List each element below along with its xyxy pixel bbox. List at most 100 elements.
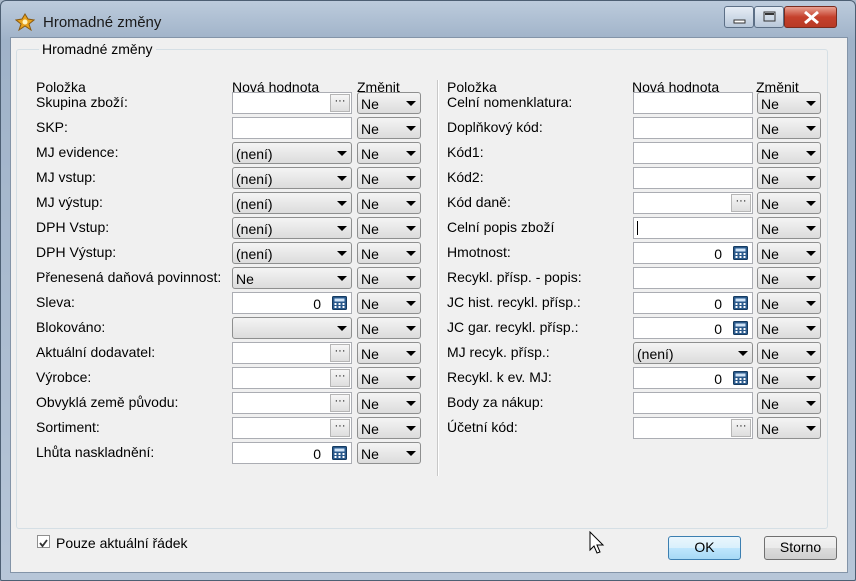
input-ucetni-kod[interactable]: ··· [633, 417, 753, 439]
checkmark-icon [39, 539, 48, 548]
label-skupina-zbozi: Skupina zboží: [36, 94, 128, 110]
combo-value: Ne [236, 271, 254, 287]
change-combo-jc-gar-recykl-prisp[interactable]: Ne [757, 317, 821, 339]
input-kod2[interactable] [633, 167, 753, 189]
change-combo-hmotnost[interactable]: Ne [757, 242, 821, 264]
change-combo-celni-nomenklatura[interactable]: Ne [757, 92, 821, 114]
change-combo-prenesena-danova-povinnost[interactable]: Ne [357, 267, 421, 289]
change-value: Ne [361, 246, 379, 262]
combo-dph-vstup[interactable]: (není) [232, 217, 352, 239]
ellipsis-icon[interactable]: ··· [330, 94, 350, 112]
change-combo-body-za-nakup[interactable]: Ne [757, 392, 821, 414]
change-combo-mj-recyk-prisp[interactable]: Ne [757, 342, 821, 364]
label-jc-gar-recykl-prisp: JC gar. recykl. přísp.: [447, 319, 579, 335]
change-combo-mj-evidence[interactable]: Ne [357, 142, 421, 164]
change-combo-skupina-zbozi[interactable]: Ne [357, 92, 421, 114]
combo-value: (není) [236, 221, 273, 237]
ellipsis-icon[interactable]: ··· [330, 369, 350, 387]
label-dph-vstup: DPH Vstup: [36, 219, 110, 235]
input-recykl-k-ev-mj[interactable]: 0 [633, 367, 753, 389]
input-skupina-zbozi[interactable]: ··· [232, 92, 352, 114]
input-obvykla-zeme-puvodu[interactable]: ··· [232, 392, 352, 414]
only-current-row-label[interactable]: Pouze aktuální řádek [56, 535, 188, 551]
change-combo-doplnkovy-kod[interactable]: Ne [757, 117, 821, 139]
input-kod-dane[interactable]: ··· [633, 192, 753, 214]
change-combo-ucetni-kod[interactable]: Ne [757, 417, 821, 439]
change-combo-mj-vstup[interactable]: Ne [357, 167, 421, 189]
change-combo-aktualni-dodavatel[interactable]: Ne [357, 342, 421, 364]
input-lhuta-naskladneni[interactable]: 0 [232, 442, 352, 464]
input-jc-gar-recykl-prisp[interactable]: 0 [633, 317, 753, 339]
input-sortiment[interactable]: ··· [232, 417, 352, 439]
change-combo-kod1[interactable]: Ne [757, 142, 821, 164]
combo-dph-vystup[interactable]: (není) [232, 242, 352, 264]
input-hmotnost[interactable]: 0 [633, 242, 753, 264]
ellipsis-icon[interactable]: ··· [330, 344, 350, 362]
combo-prenesena-danova-povinnost[interactable]: Ne [232, 267, 352, 289]
change-value: Ne [761, 196, 779, 212]
input-celni-nomenklatura[interactable] [633, 92, 753, 114]
ellipsis-icon[interactable]: ··· [731, 194, 751, 212]
change-combo-celni-popis-zbozi[interactable]: Ne [757, 217, 821, 239]
combo-blokovano[interactable] [232, 317, 352, 339]
minimize-icon [733, 19, 746, 24]
calculator-icon[interactable] [733, 321, 748, 335]
ellipsis-icon[interactable]: ··· [731, 419, 751, 437]
input-kod1[interactable] [633, 142, 753, 164]
change-combo-sortiment[interactable]: Ne [357, 417, 421, 439]
calculator-icon[interactable] [733, 246, 748, 260]
input-doplnkovy-kod[interactable] [633, 117, 753, 139]
change-value: Ne [761, 146, 779, 162]
title-bar[interactable]: Hromadné změny [1, 1, 855, 41]
only-current-row-checkbox[interactable] [37, 535, 50, 548]
dialog-window: Hromadné změny Hromadné změny Položka No… [0, 0, 856, 581]
ellipsis-icon[interactable]: ··· [330, 419, 350, 437]
change-combo-kod2[interactable]: Ne [757, 167, 821, 189]
change-combo-vyrobce[interactable]: Ne [357, 367, 421, 389]
change-combo-sleva[interactable]: Ne [357, 292, 421, 314]
combo-mj-recyk-prisp[interactable]: (není) [633, 342, 753, 364]
change-combo-recykl-prisp-popis[interactable]: Ne [757, 267, 821, 289]
input-jc-hist-recykl-prisp[interactable]: 0 [633, 292, 753, 314]
ellipsis-icon[interactable]: ··· [330, 394, 350, 412]
change-combo-dph-vstup[interactable]: Ne [357, 217, 421, 239]
calculator-icon[interactable] [332, 446, 347, 460]
label-sortiment: Sortiment: [36, 419, 100, 435]
change-combo-skp[interactable]: Ne [357, 117, 421, 139]
calculator-icon[interactable] [733, 371, 748, 385]
chevron-down-icon [806, 226, 816, 231]
ok-button[interactable]: OK [668, 536, 741, 560]
change-combo-dph-vystup[interactable]: Ne [357, 242, 421, 264]
change-combo-mj-vystup[interactable]: Ne [357, 192, 421, 214]
label-vyrobce: Výrobce: [36, 369, 92, 385]
combo-mj-evidence[interactable]: (není) [232, 142, 352, 164]
input-celni-popis-zbozi[interactable] [633, 217, 753, 239]
change-combo-obvykla-zeme-puvodu[interactable]: Ne [357, 392, 421, 414]
input-body-za-nakup[interactable] [633, 392, 753, 414]
combo-mj-vstup[interactable]: (není) [232, 167, 352, 189]
input-sleva[interactable]: 0 [232, 292, 352, 314]
input-aktualni-dodavatel[interactable]: ··· [232, 342, 352, 364]
input-skp[interactable] [232, 117, 352, 139]
change-combo-blokovano[interactable]: Ne [357, 317, 421, 339]
change-combo-kod-dane[interactable]: Ne [757, 192, 821, 214]
input-recykl-prisp-popis[interactable] [633, 267, 753, 289]
calculator-icon[interactable] [332, 296, 347, 310]
number-value: 0 [714, 321, 722, 337]
maximize-button[interactable] [754, 6, 784, 28]
change-combo-recykl-k-ev-mj[interactable]: Ne [757, 367, 821, 389]
close-icon [804, 10, 819, 25]
label-jc-hist-recykl-prisp: JC hist. recykl. přísp.: [447, 294, 581, 310]
label-kod2: Kód2: [447, 169, 484, 185]
input-vyrobce[interactable]: ··· [232, 367, 352, 389]
change-value: Ne [761, 296, 779, 312]
minimize-button[interactable] [724, 6, 754, 28]
window-title: Hromadné změny [43, 14, 162, 31]
calculator-icon[interactable] [733, 296, 748, 310]
label-aktualni-dodavatel: Aktuální dodavatel: [36, 344, 156, 360]
cancel-button[interactable]: Storno [764, 536, 837, 560]
close-button[interactable] [784, 6, 837, 28]
combo-mj-vystup[interactable]: (není) [232, 192, 352, 214]
change-combo-lhuta-naskladneni[interactable]: Ne [357, 442, 421, 464]
change-combo-jc-hist-recykl-prisp[interactable]: Ne [757, 292, 821, 314]
